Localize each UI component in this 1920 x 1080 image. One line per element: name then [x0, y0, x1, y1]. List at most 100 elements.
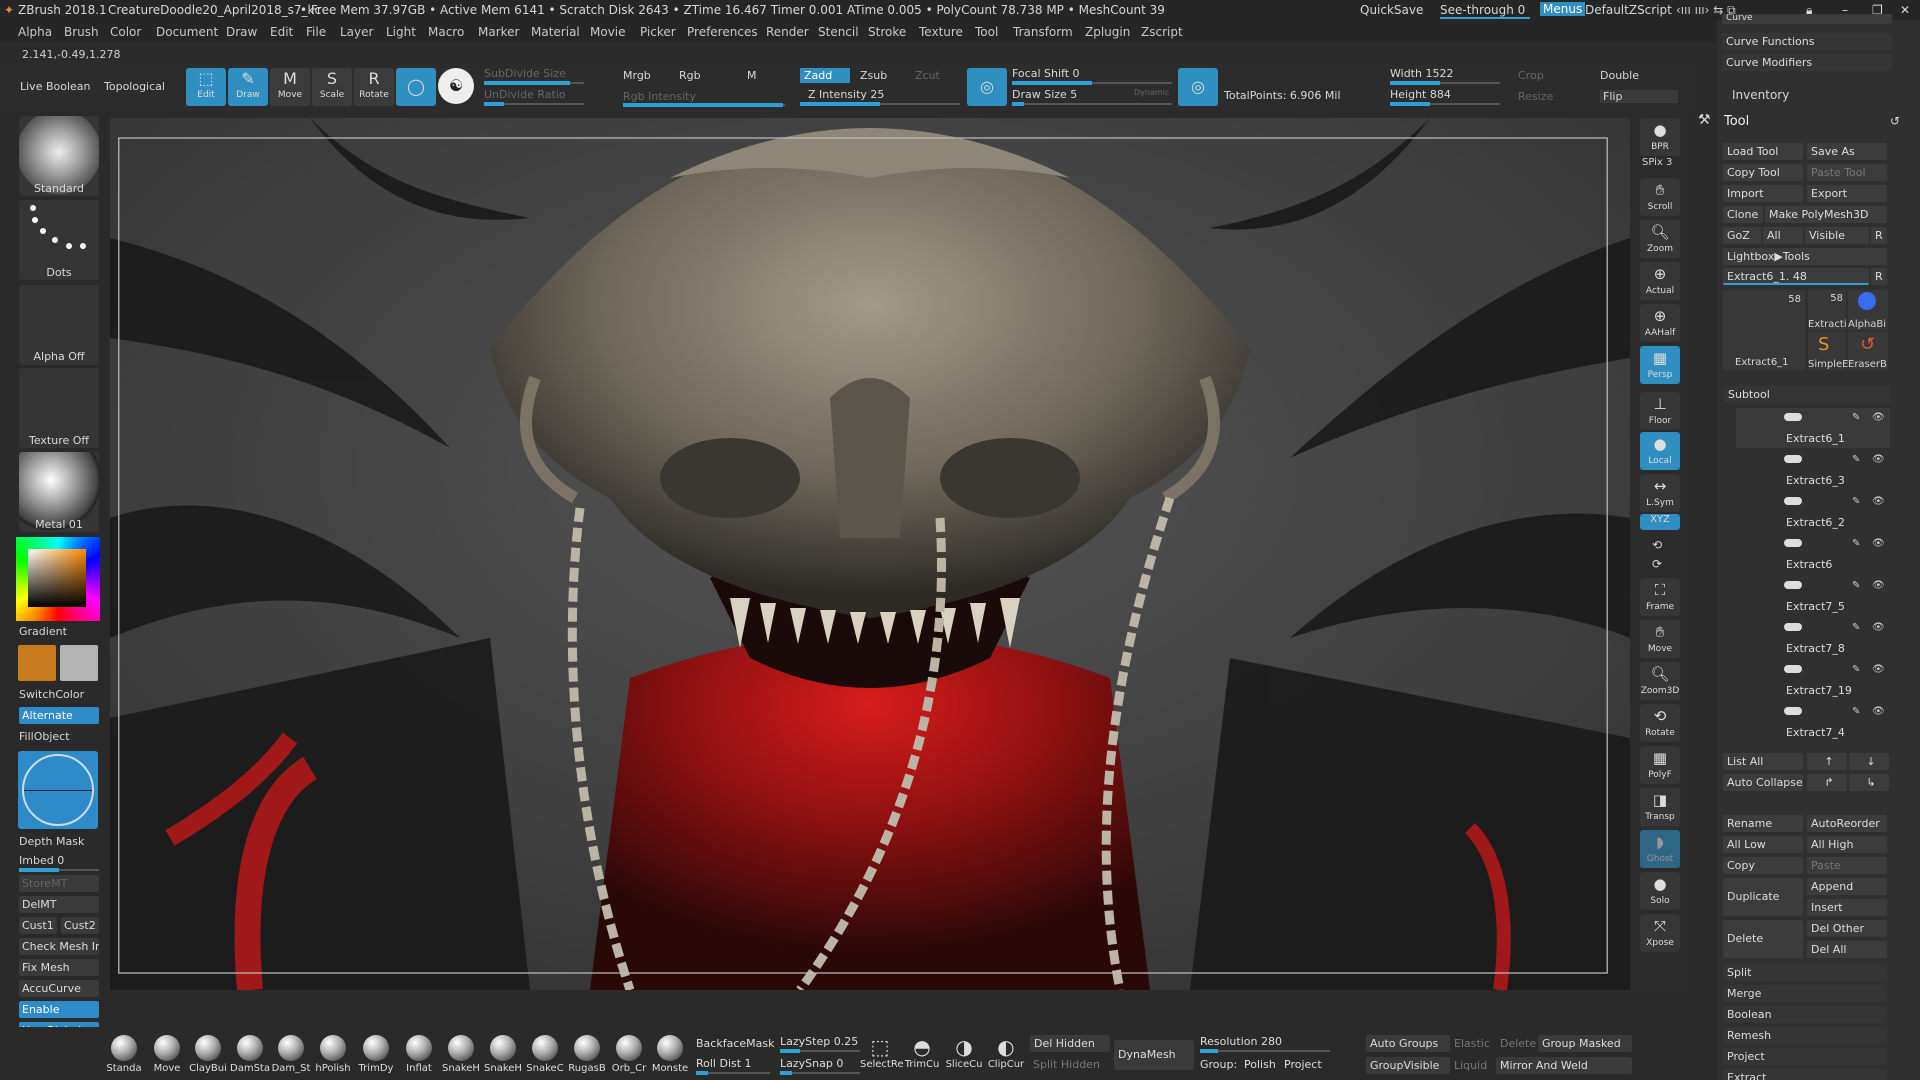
arrow-redo-button[interactable]: ↱	[1807, 774, 1847, 791]
tool-thumbnail-extract[interactable]: 58 Extracti	[1808, 290, 1847, 330]
frame-button[interactable]: ⛶ Frame	[1640, 578, 1680, 616]
goz-all-button[interactable]: All	[1763, 227, 1803, 244]
dynamesh-button[interactable]: DynaMesh	[1114, 1040, 1194, 1070]
subtool-row[interactable]: 👁︎ ✎ Extract6_2	[1736, 492, 1890, 532]
clone-button[interactable]: Clone	[1723, 206, 1763, 223]
focal-shift-track[interactable]	[1012, 81, 1172, 85]
menu-document[interactable]: Document	[156, 25, 218, 39]
fillobject-button[interactable]: FillObject	[19, 730, 99, 743]
z-intensity-slider[interactable]: Z Intensity 25	[808, 88, 884, 101]
duplicate-button[interactable]: Duplicate	[1723, 878, 1803, 916]
zsub-button[interactable]: Zsub	[860, 69, 887, 82]
scale-mode-button[interactable]: S Scale	[312, 68, 352, 106]
subtool-eye-icon[interactable]: 👁︎	[1872, 496, 1885, 507]
menu-color[interactable]: Color	[110, 25, 141, 39]
rgb-intensity-slider[interactable]: Rgb Intensity	[623, 90, 696, 103]
depth-mask-dial[interactable]	[18, 751, 98, 829]
subtool-brush-icon[interactable]: ✎	[1852, 622, 1860, 633]
flip-button[interactable]: Flip	[1600, 90, 1678, 103]
backface-mask-toggle[interactable]: BackfaceMask	[696, 1037, 774, 1050]
see-through-slider[interactable]: See-through 0	[1440, 3, 1530, 19]
subtool-eye-icon[interactable]: 👁︎	[1872, 412, 1885, 423]
current-tool-slider[interactable]: Extract6_1. 48	[1723, 268, 1869, 285]
trimcurve-tool[interactable]: ◓ TrimCu	[902, 1035, 942, 1077]
tool-palette-title[interactable]: Tool	[1724, 114, 1749, 129]
brush-inflat[interactable]: Inflat	[399, 1035, 439, 1077]
primary-color-swatch[interactable]	[18, 645, 56, 681]
subtool-row[interactable]: 👁︎ ✎ Extract7_19	[1736, 660, 1890, 700]
autoreorder-button[interactable]: AutoReorder	[1807, 815, 1887, 832]
subtool-visibility-toggle[interactable]	[1784, 455, 1802, 463]
menu-picker[interactable]: Picker	[640, 25, 676, 39]
spix-slider[interactable]: SPix 3	[1642, 157, 1672, 168]
all-high-button[interactable]: All High	[1807, 836, 1887, 853]
menu-texture[interactable]: Texture	[919, 25, 963, 39]
menu-layer[interactable]: Layer	[340, 25, 373, 39]
check-mesh-button[interactable]: Check Mesh In	[19, 938, 99, 955]
brush-snakehook-2[interactable]: SnakeH	[483, 1035, 523, 1077]
solo-button[interactable]: ● Solo	[1640, 872, 1680, 910]
menu-stroke[interactable]: Stroke	[868, 25, 906, 39]
selectrect-tool[interactable]: ⬚ SelectRe	[860, 1035, 904, 1077]
subtool-eye-icon[interactable]: 👁︎	[1872, 622, 1885, 633]
gizmo-button[interactable]: ◯	[396, 68, 436, 106]
current-tool-r-button[interactable]: R	[1871, 268, 1887, 285]
subtool-header[interactable]: Subtool	[1724, 386, 1890, 403]
brush-orb-cracks[interactable]: Orb_Cr	[609, 1035, 649, 1077]
curve-functions-menu[interactable]: Curve Functions	[1722, 33, 1892, 50]
document-width-track[interactable]	[1390, 81, 1500, 85]
move-up-button[interactable]: ↑	[1807, 753, 1847, 770]
tool-thumbnail-simplebrush[interactable]: S SimpleE	[1808, 332, 1848, 370]
crop-button[interactable]: Crop	[1518, 69, 1544, 82]
load-tool-button[interactable]: Load Tool	[1723, 143, 1803, 160]
persp-button[interactable]: ▦ Persp	[1640, 346, 1680, 384]
subtool-visibility-toggle[interactable]	[1784, 413, 1802, 421]
menu-transform[interactable]: Transform	[1013, 25, 1073, 39]
delete-toggle[interactable]: Delete	[1500, 1037, 1536, 1050]
subtool-visibility-toggle[interactable]	[1784, 665, 1802, 673]
imbed-slider[interactable]: Imbed 0	[19, 854, 99, 867]
rotate-view-button[interactable]: ⟲ Rotate	[1640, 704, 1680, 742]
local-button[interactable]: ● Local	[1640, 432, 1680, 470]
subtool-eye-icon[interactable]: 👁︎	[1872, 538, 1885, 549]
subtool-visibility-toggle[interactable]	[1784, 707, 1802, 715]
subtool-eye-icon[interactable]: 👁︎	[1872, 454, 1885, 465]
subtool-row[interactable]: 👁︎ ✎ Extract7_8	[1736, 618, 1890, 658]
subtool-brush-icon[interactable]: ✎	[1852, 580, 1860, 591]
brush-snakecactus[interactable]: SnakeC	[525, 1035, 565, 1077]
menu-movie[interactable]: Movie	[590, 25, 626, 39]
draw-mode-button[interactable]: ✎ Draw	[228, 68, 268, 106]
document-height-slider[interactable]: Height 884	[1390, 88, 1451, 101]
switchcolor-button[interactable]: SwitchColor	[19, 688, 99, 701]
sculptris-pro-button[interactable]: ☯	[438, 68, 474, 104]
rotate-free-icon[interactable]: ⟳	[1652, 557, 1662, 571]
lazystep-track[interactable]	[780, 1049, 860, 1053]
topological-button[interactable]: Topological	[104, 80, 165, 93]
tool-thumbnail-alphabrush[interactable]: AlphaBi	[1848, 290, 1888, 330]
lsym-button[interactable]: ↔ L.Sym	[1640, 474, 1680, 512]
menu-macro[interactable]: Macro	[428, 25, 464, 39]
zcut-button[interactable]: Zcut	[915, 69, 940, 82]
tool-thumbnail-main[interactable]: 58 Extract6_1	[1723, 290, 1805, 370]
brush-rugas[interactable]: RugasB	[567, 1035, 607, 1077]
make-polymesh-button[interactable]: Make PolyMesh3D	[1765, 206, 1887, 223]
scroll-button[interactable]: ✋︎ Scroll	[1640, 178, 1680, 216]
focal-shift-icon-button[interactable]: ◎	[967, 68, 1007, 106]
double-button[interactable]: Double	[1600, 69, 1639, 82]
project-menu[interactable]: Project	[1723, 1048, 1887, 1065]
cust2-button[interactable]: Cust2	[61, 917, 99, 934]
actual-button[interactable]: ⊕ Actual	[1640, 262, 1680, 300]
resolution-slider[interactable]: Resolution 280	[1200, 1035, 1282, 1048]
bpr-button[interactable]: ● BPR	[1640, 118, 1680, 156]
export-button[interactable]: Export	[1807, 185, 1887, 202]
menu-draw[interactable]: Draw	[226, 25, 257, 39]
roll-dist-slider[interactable]: Roll Dist 1	[696, 1057, 752, 1070]
transp-button[interactable]: ◨ Transp	[1640, 788, 1680, 826]
subtool-row[interactable]: 👁︎ ✎ Extract6	[1736, 534, 1890, 574]
menus-toggle[interactable]: Menus	[1540, 2, 1586, 16]
ghost-button[interactable]: ◗ Ghost	[1640, 830, 1680, 868]
liquid-toggle[interactable]: Liquid	[1454, 1059, 1487, 1072]
subtool-row[interactable]: 👁︎ ✎ Extract6_1	[1736, 408, 1890, 448]
menu-light[interactable]: Light	[386, 25, 416, 39]
menu-zplugin[interactable]: Zplugin	[1085, 25, 1130, 39]
